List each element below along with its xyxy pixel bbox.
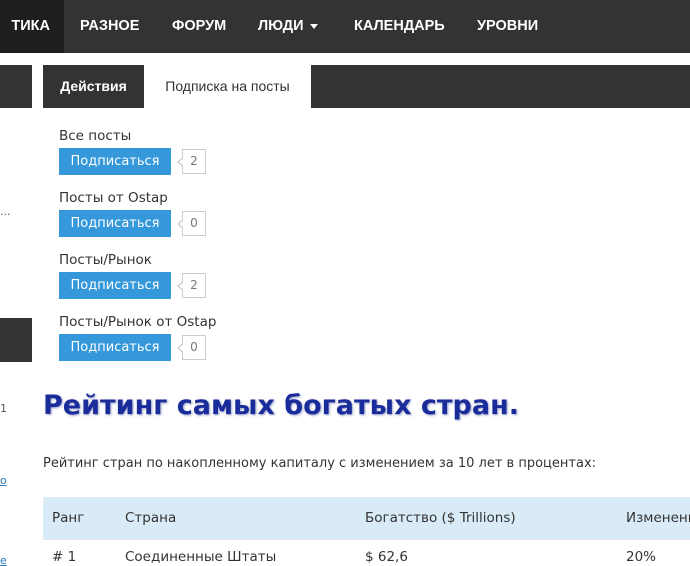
subscriber-count: 0 — [177, 211, 206, 236]
sidebar-header-block-2 — [0, 318, 32, 362]
sidebar-header-block — [0, 65, 32, 108]
sidebar-fragment-link[interactable]: o — [0, 474, 7, 487]
nav-item-levels[interactable]: УРОВНИ — [477, 0, 538, 53]
tab-post-subscriptions[interactable]: Подписка на посты — [144, 65, 311, 108]
table-cell-country: Соединенные Штаты — [125, 549, 277, 565]
tab-actions[interactable]: Действия — [43, 65, 144, 108]
caret-down-icon — [309, 23, 318, 29]
nav-item-forum[interactable]: ФОРУМ — [172, 0, 226, 53]
article-description: Рейтинг стран по накопленному капиталу с… — [43, 456, 597, 471]
subscription-label: Все посты — [59, 128, 132, 144]
table-divider — [43, 539, 690, 540]
subscriber-count: 2 — [177, 149, 206, 174]
nav-item-misc[interactable]: РАЗНОЕ — [80, 0, 139, 53]
subscriber-count: 2 — [177, 273, 206, 298]
top-navigation: ТИКА РАЗНОЕ ФОРУМ ЛЮДИ КАЛЕНДАРЬ УРОВНИ — [0, 0, 690, 53]
subscription-label: Посты от Ostap — [59, 190, 168, 206]
subscribe-button[interactable]: Подписаться — [59, 272, 171, 299]
nav-item-people-label: ЛЮДИ — [258, 18, 304, 34]
column-header-country: Страна — [125, 510, 177, 526]
subscription-label: Посты/Рынок — [59, 252, 152, 268]
column-header-change: Изменение — [626, 510, 690, 526]
column-header-rank: Ранг — [52, 510, 85, 526]
table-cell-change: 20% — [626, 549, 657, 565]
sidebar-fragment-dots: ... — [0, 205, 11, 218]
subscription-label: Посты/Рынок от Ostap — [59, 314, 217, 330]
subscribe-button[interactable]: Подписаться — [59, 210, 171, 237]
nav-item-people[interactable]: ЛЮДИ — [258, 0, 318, 53]
tab-bar: Действия Подписка на посты — [43, 65, 690, 108]
subscribe-button[interactable]: Подписаться — [59, 334, 171, 361]
table-cell-rank: # 1 — [52, 549, 77, 565]
table-cell-wealth: $ 62,6 — [365, 549, 408, 565]
article-title: Рейтинг самых богатых стран. — [43, 390, 519, 421]
subscribe-button[interactable]: Подписаться — [59, 148, 171, 175]
nav-item-calendar[interactable]: КАЛЕНДАРЬ — [354, 0, 445, 53]
sidebar-fragment-number: 1 — [0, 402, 7, 415]
table-header: Ранг Страна Богатство ($ Trillions) Изме… — [43, 497, 690, 539]
sidebar-fragment-bottom[interactable]: e — [0, 554, 7, 566]
subscriber-count: 0 — [177, 335, 206, 360]
nav-item-analytics[interactable]: ТИКА — [0, 0, 64, 53]
column-header-wealth: Богатство ($ Trillions) — [365, 510, 516, 526]
